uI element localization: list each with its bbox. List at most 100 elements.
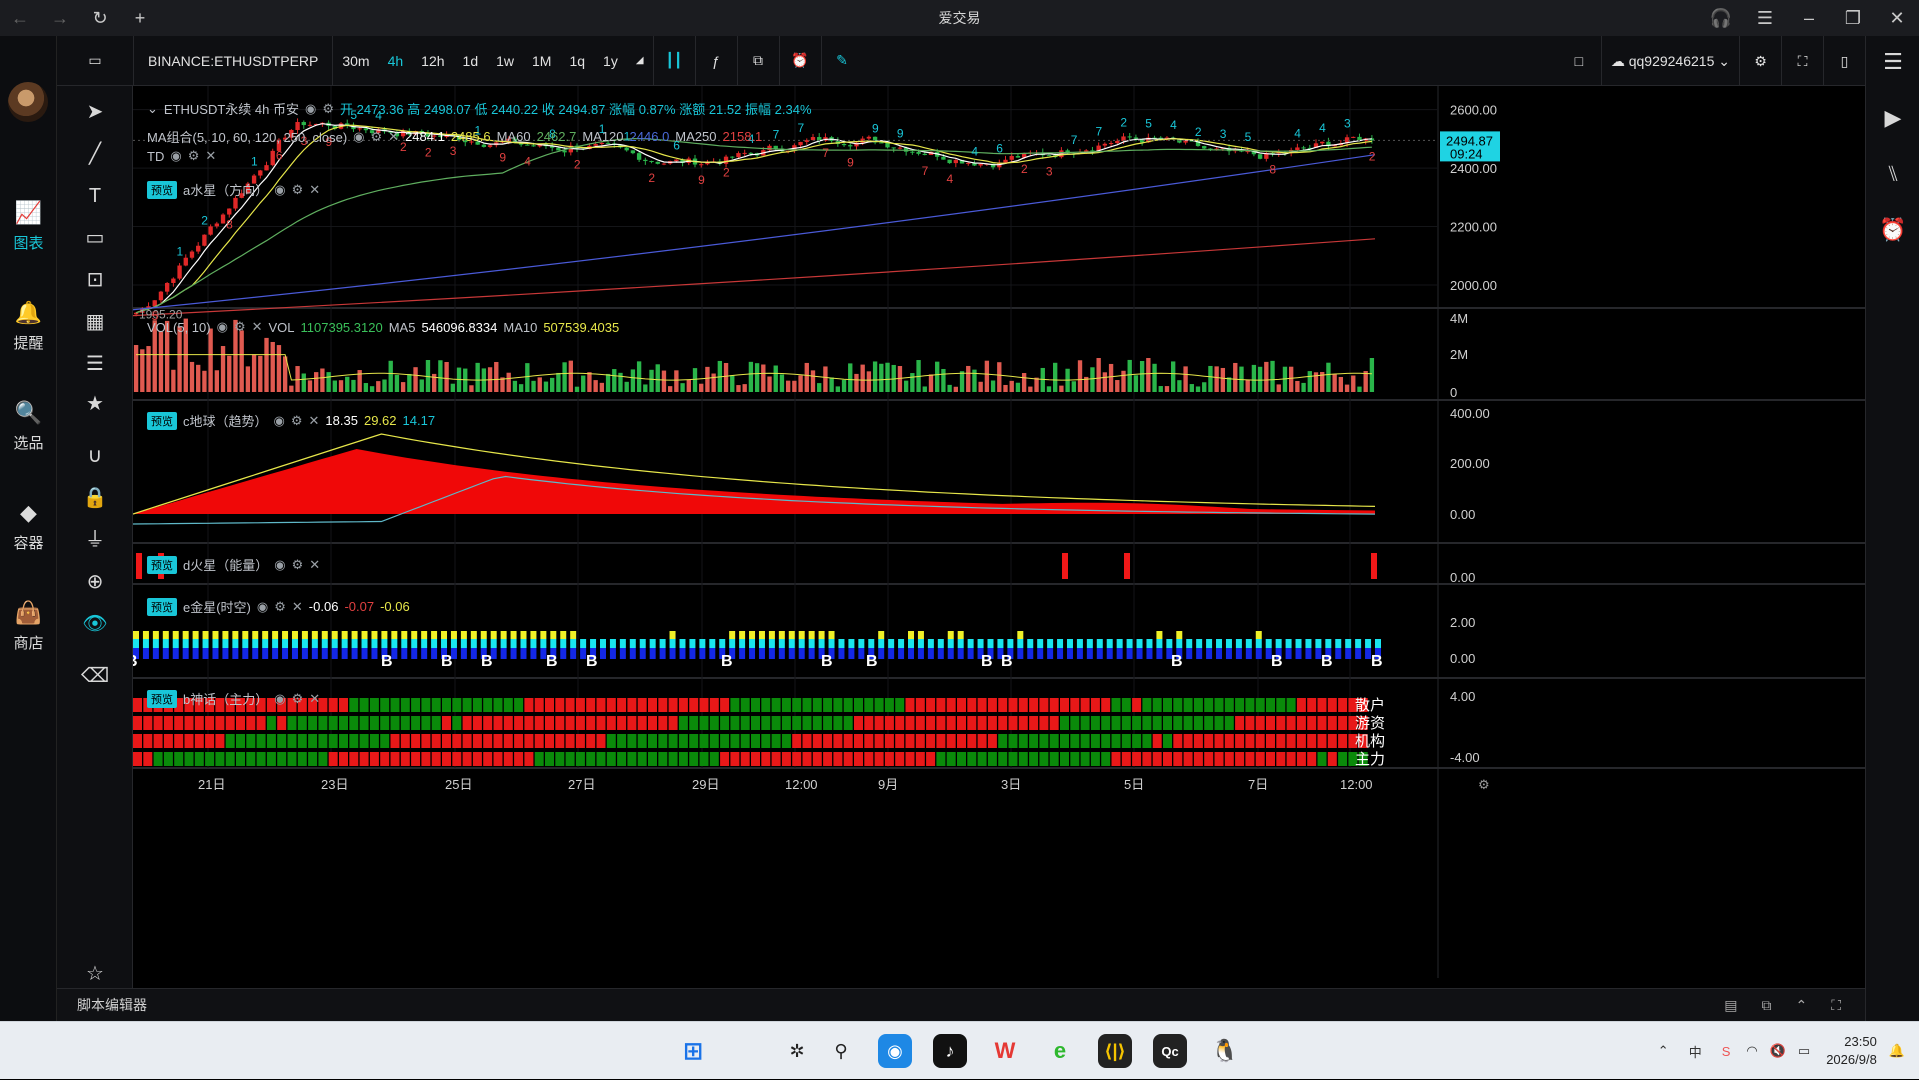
volume-mute-icon[interactable]: 🔇 — [1770, 1043, 1786, 1059]
windows-start-icon[interactable]: ⊞ — [676, 1034, 710, 1068]
reload-icon[interactable]: ↻ — [80, 0, 120, 36]
legend-gear-icon[interactable]: ⚙ — [322, 101, 334, 117]
measure-icon[interactable]: ⊡ — [57, 262, 133, 298]
fullscreen-icon[interactable]: ⛶ — [1781, 36, 1823, 86]
e-close-icon[interactable]: ✕ — [292, 599, 303, 615]
minimize-icon[interactable]: – — [1787, 0, 1831, 36]
tray-chevron-up-icon[interactable]: ⌃ — [1658, 1043, 1669, 1059]
c-close-icon[interactable]: ✕ — [309, 413, 320, 429]
alarm-clock-icon[interactable]: ⏰ — [1866, 210, 1919, 250]
interval-4h[interactable]: 4h — [379, 36, 413, 86]
save-icon[interactable]: ▤ — [1724, 997, 1737, 1014]
right-panel-icon[interactable]: ▯ — [1823, 36, 1865, 86]
ma-eye-icon[interactable]: ◉ — [353, 129, 364, 145]
panel-toggle-icon[interactable]: ▭ — [57, 36, 133, 86]
b-close-icon[interactable]: ✕ — [309, 691, 320, 707]
nav-alert[interactable]: 🔔 提醒 — [0, 298, 57, 353]
close-icon[interactable]: ✕ — [1875, 0, 1919, 36]
a-close-icon[interactable]: ✕ — [309, 182, 320, 198]
nav-select[interactable]: 🔍 选品 — [0, 398, 57, 453]
nav-shop[interactable]: 👜 商店 — [0, 598, 57, 653]
a-eye-icon[interactable]: ◉ — [274, 182, 285, 198]
clock[interactable]: 23:50 2026/9/8 — [1826, 1033, 1877, 1069]
interval-1d[interactable]: 1d — [454, 36, 488, 86]
chart-canvas[interactable]: 2600.002400.002200.002000.002494.8709:24… — [133, 86, 1865, 978]
chart-area[interactable]: 2600.00 2400.00 2200.00 2000.00 2494.87 09:24… — [133, 86, 1865, 978]
ma-close-icon[interactable]: ✕ — [388, 129, 399, 145]
wifi-icon[interactable]: ◠ — [1746, 1043, 1757, 1059]
forward-icon[interactable]: → — [40, 0, 80, 36]
ime-icon[interactable]: S — [1722, 1044, 1731, 1059]
menu-icon[interactable]: ☰ — [1743, 0, 1787, 36]
maximize-icon[interactable]: ⛶ — [1831, 997, 1841, 1014]
popout-icon[interactable]: ⧉ — [1761, 997, 1771, 1014]
qq-icon[interactable]: 🐧 — [1208, 1034, 1242, 1068]
nav-chart[interactable]: 📈 图表 — [0, 198, 57, 253]
star-icon[interactable]: ★ — [57, 386, 133, 422]
search-icon[interactable]: ⚲ — [824, 1034, 858, 1068]
vol-close-icon[interactable]: ✕ — [252, 319, 263, 335]
a-gear-icon[interactable]: ⚙ — [292, 182, 304, 198]
grid-icon[interactable]: ▦ — [57, 304, 133, 340]
alert-add-icon[interactable]: ⏰ — [778, 35, 821, 86]
interval-12h[interactable]: 12h — [412, 36, 453, 86]
trend-line-icon[interactable]: ╱ — [57, 136, 133, 172]
browser-icon[interactable]: e — [1043, 1034, 1077, 1068]
trading-app-icon[interactable]: ⟨|⟩ — [1098, 1034, 1132, 1068]
favorite-star-icon[interactable]: ☆ — [57, 956, 133, 992]
fib-icon[interactable]: ☰ — [57, 346, 133, 382]
c-eye-icon[interactable]: ◉ — [274, 413, 285, 429]
chat-app-icon[interactable]: ◉ — [878, 1034, 912, 1068]
tiktok-icon[interactable]: ♪ — [933, 1034, 967, 1068]
headset-icon[interactable]: 🎧 — [1699, 0, 1743, 36]
wps-icon[interactable]: W — [988, 1034, 1022, 1068]
data-window-icon[interactable]: ⑊ — [1866, 154, 1919, 194]
battery-icon[interactable]: ▭ — [1798, 1043, 1810, 1059]
legend-eye-icon[interactable]: ◉ — [305, 101, 316, 117]
interval-1q[interactable]: 1q — [560, 36, 594, 86]
qc-app-icon[interactable]: Qc — [1153, 1034, 1187, 1068]
magnet-icon[interactable]: ∪ — [57, 438, 133, 474]
interval-1w[interactable]: 1w — [487, 36, 523, 86]
new-tab-icon[interactable]: + — [120, 0, 160, 36]
vol-eye-icon[interactable]: ◉ — [217, 319, 228, 335]
layout-icon[interactable]: □ — [1557, 36, 1601, 86]
d-close-icon[interactable]: ✕ — [309, 557, 320, 573]
pinwheel-app-icon[interactable]: ✲ — [780, 1034, 814, 1068]
back-icon[interactable]: ← — [0, 0, 40, 36]
crosshair-icon[interactable]: ⊕ — [57, 564, 133, 600]
rectangle-icon[interactable]: ▭ — [57, 220, 133, 256]
eraser-icon[interactable]: ⌫ — [57, 658, 133, 694]
interval-1M[interactable]: 1M — [523, 36, 560, 86]
input-language[interactable]: 中 — [1689, 1042, 1702, 1061]
flag-icon[interactable]: ▶ — [1866, 98, 1919, 138]
lock-icon[interactable]: 🔒 — [57, 480, 133, 516]
template-icon[interactable]: ⧉ — [736, 35, 779, 86]
candle-type-icon[interactable]: ┃┃ — [652, 35, 695, 86]
expand-up-icon[interactable]: ⌃ — [1795, 997, 1807, 1014]
interval-1y[interactable]: 1y — [594, 36, 627, 86]
td-gear-icon[interactable]: ⚙ — [188, 148, 200, 164]
c-gear-icon[interactable]: ⚙ — [291, 413, 303, 429]
cursor-icon[interactable]: ➤ — [57, 94, 133, 130]
draw-mode-icon[interactable]: ✎ — [820, 35, 863, 86]
script-editor-tab[interactable]: 脚本编辑器 — [77, 995, 147, 1015]
e-gear-icon[interactable]: ⚙ — [274, 599, 286, 615]
td-eye-icon[interactable]: ◉ — [170, 148, 181, 164]
b-gear-icon[interactable]: ⚙ — [292, 691, 304, 707]
filter-icon[interactable]: ⏚ — [57, 522, 133, 558]
symbol-selector[interactable]: BINANCE:ETHUSDTPERP — [133, 35, 332, 86]
td-close-icon[interactable]: ✕ — [205, 148, 216, 164]
interval-30m[interactable]: 30m — [332, 35, 378, 86]
eye-icon[interactable]: 👁 — [57, 606, 133, 642]
text-icon[interactable]: T — [57, 178, 133, 214]
collapse-chevron-icon[interactable]: ⌄ — [147, 101, 158, 117]
e-eye-icon[interactable]: ◉ — [257, 599, 268, 615]
indicator-icon[interactable]: ƒ — [694, 35, 737, 86]
b-eye-icon[interactable]: ◉ — [274, 691, 285, 707]
settings-icon[interactable]: ⚙ — [1739, 36, 1781, 86]
interval-dropdown-icon[interactable]: ◢ — [627, 36, 653, 86]
watchlist-icon[interactable]: ☰ — [1866, 42, 1919, 82]
restore-icon[interactable]: ❐ — [1831, 0, 1875, 36]
d-gear-icon[interactable]: ⚙ — [292, 557, 304, 573]
